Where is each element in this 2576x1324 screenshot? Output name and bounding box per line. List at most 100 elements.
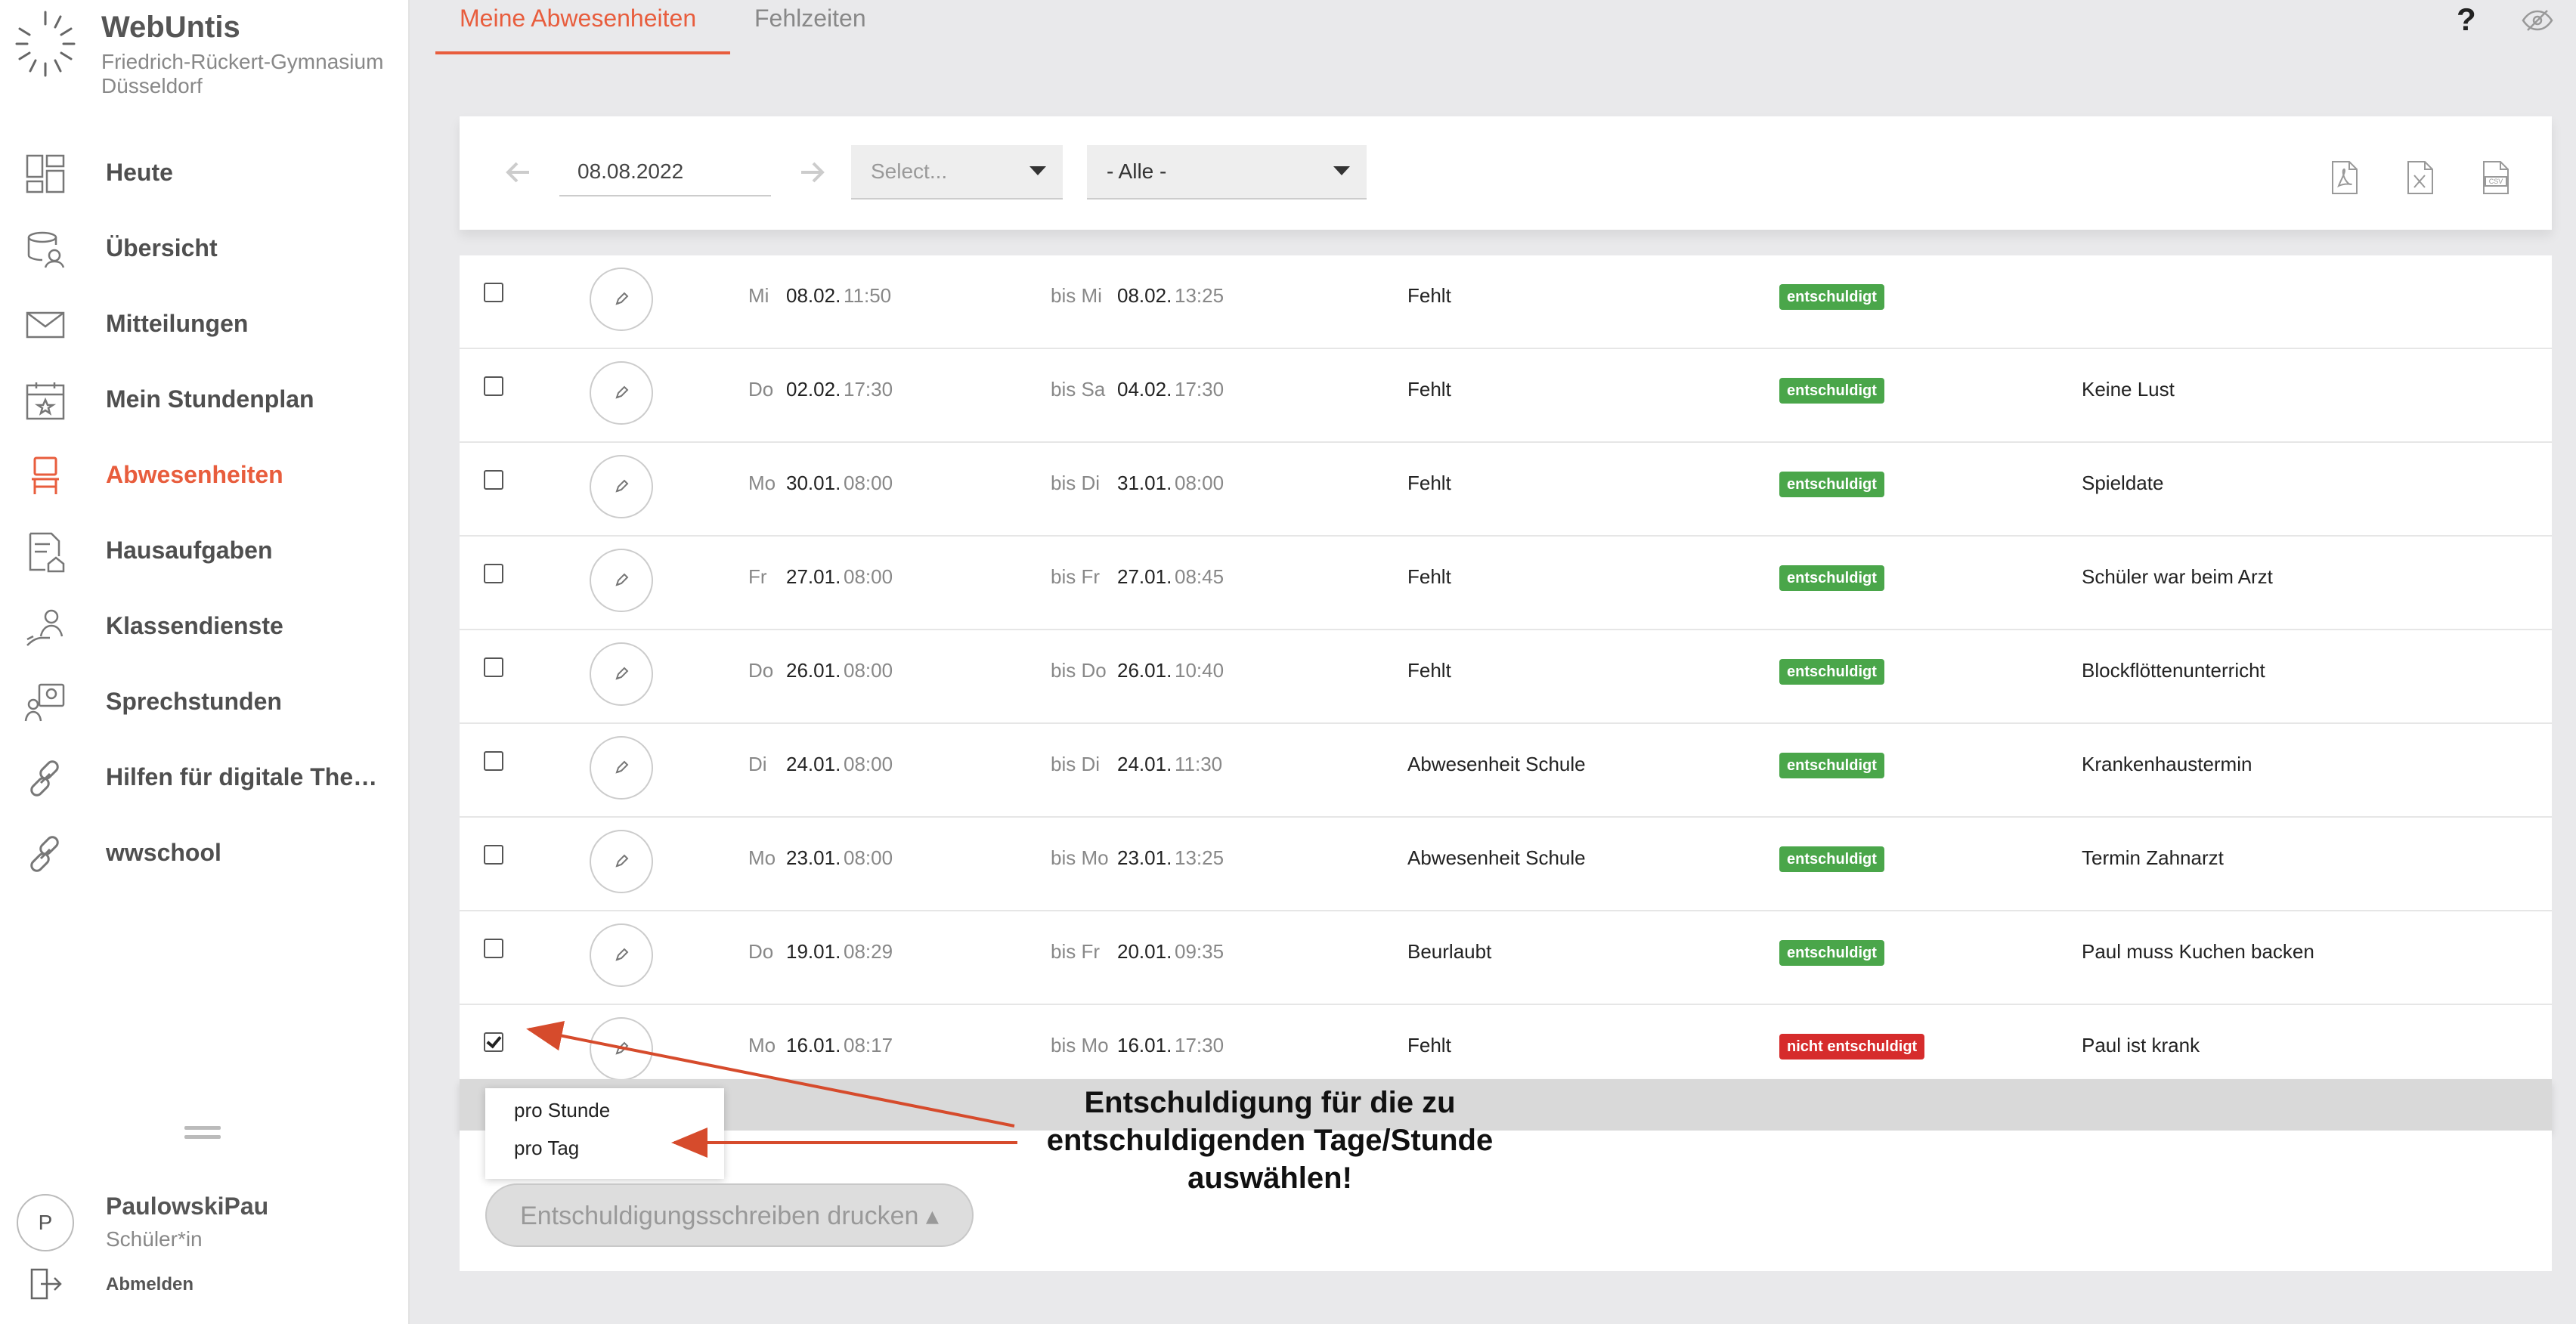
edit-button[interactable]: [590, 923, 653, 987]
from-time: 08:00: [844, 846, 893, 869]
table-row[interactable]: Di 24.01. 08:00 bis Di 24.01. 11:30 Abwe…: [460, 724, 2552, 818]
user-name[interactable]: PaulowskiPau: [106, 1193, 268, 1220]
sidebar-item-klassendienste[interactable]: Klassendienste: [0, 588, 408, 664]
edit-button[interactable]: [590, 830, 653, 893]
row-checkbox[interactable]: [484, 283, 503, 302]
from-time: 08:00: [844, 472, 893, 494]
app-name: WebUntis: [101, 11, 240, 44]
table-row[interactable]: Fr 27.01. 08:00 bis Fr 27.01. 08:45 Fehl…: [460, 537, 2552, 630]
edit-button[interactable]: [590, 642, 653, 706]
row-checkbox[interactable]: [484, 751, 503, 771]
eye-slash-icon[interactable]: [2522, 9, 2553, 32]
edit-button[interactable]: [590, 455, 653, 518]
absence-reason: Fehlt: [1407, 284, 1451, 307]
sidebar-item-abwesenheiten[interactable]: Abwesenheiten: [0, 437, 408, 512]
row-checkbox[interactable]: [484, 564, 503, 583]
date-input[interactable]: [559, 148, 771, 196]
help-icon[interactable]: ?: [2457, 2, 2476, 38]
print-excuse-button[interactable]: Entschuldigungsschreiben drucken ▴: [485, 1183, 974, 1247]
to-time: 08:00: [1175, 472, 1225, 494]
to-date: 27.01.: [1117, 565, 1172, 588]
status-badge: entschuldigt: [1779, 284, 1884, 310]
row-checkbox[interactable]: [484, 470, 503, 490]
row-checkbox[interactable]: [484, 657, 503, 677]
annotation-line: entschuldigenden Tage/Stunde: [1046, 1124, 1494, 1157]
from-time: 08:17: [844, 1034, 893, 1056]
sidebar-item-sprechstunden[interactable]: Sprechstunden: [0, 664, 408, 739]
to-time: 10:40: [1175, 659, 1225, 682]
active-tab-indicator: [435, 51, 730, 54]
row-checkbox[interactable]: [484, 939, 503, 958]
edit-button[interactable]: [590, 549, 653, 612]
sidebar: WebUntis Friedrich-Rückert-Gymnasium Düs…: [0, 0, 410, 1324]
absence-note: Paul muss Kuchen backen: [2082, 940, 2314, 963]
sidebar-item-wwschool[interactable]: wwschool: [0, 815, 408, 890]
sidebar-item-hilfen[interactable]: Hilfen für digitale The…: [0, 739, 408, 815]
from-time: 17:30: [844, 378, 893, 401]
table-row[interactable]: Do 19.01. 08:29 bis Fr 20.01. 09:35 Beur…: [460, 911, 2552, 1005]
dropdown-item-pro-tag[interactable]: pro Tag: [514, 1137, 579, 1160]
status-select[interactable]: - Alle -: [1087, 145, 1367, 200]
tab-fehlzeiten[interactable]: Fehlzeiten: [754, 5, 866, 32]
sidebar-item-mitteilungen[interactable]: Mitteilungen: [0, 286, 408, 361]
dropdown-item-pro-stunde[interactable]: pro Stunde: [514, 1099, 610, 1122]
pencil-icon: [615, 292, 629, 305]
table-row[interactable]: Mo 23.01. 08:00 bis Mo 23.01. 13:25 Abwe…: [460, 818, 2552, 911]
to-date: 23.01.: [1117, 846, 1172, 869]
to-time: 17:30: [1175, 1034, 1225, 1056]
dashboard-icon: [26, 154, 65, 193]
edit-button[interactable]: [590, 1017, 653, 1081]
pencil-icon: [615, 573, 629, 586]
row-checkbox[interactable]: [484, 376, 503, 396]
status-badge: nicht entschuldigt: [1779, 1034, 1925, 1060]
overview-icon: [27, 231, 65, 268]
edit-button[interactable]: [590, 268, 653, 331]
absence-note: Schüler war beim Arzt: [2082, 565, 2273, 588]
to-date: 04.02.: [1117, 378, 1172, 401]
status-badge: entschuldigt: [1779, 940, 1884, 966]
absence-note: Blockflöttenunterricht: [2082, 659, 2265, 682]
logout-icon[interactable]: [29, 1267, 63, 1301]
sidebar-collapse-handle[interactable]: [184, 1126, 221, 1144]
tab-meine-abwesenheiten[interactable]: Meine Abwesenheiten: [460, 5, 696, 32]
excel-export-icon[interactable]: [2405, 160, 2435, 195]
reason-select[interactable]: Select...: [851, 145, 1063, 200]
avatar[interactable]: P: [17, 1194, 74, 1251]
chair-icon: [32, 456, 59, 494]
sidebar-item-label: Mein Stundenplan: [106, 385, 314, 413]
next-arrow-icon[interactable]: [798, 159, 825, 186]
table-row[interactable]: Do 26.01. 08:00 bis Do 26.01. 10:40 Fehl…: [460, 630, 2552, 724]
previous-arrow-icon[interactable]: [505, 159, 532, 186]
webuntis-logo-icon: [15, 11, 76, 77]
sidebar-item-label: Mitteilungen: [106, 309, 249, 337]
table-row[interactable]: Mo 30.01. 08:00 bis Di 31.01. 08:00 Fehl…: [460, 443, 2552, 537]
status-badge: entschuldigt: [1779, 472, 1884, 497]
from-date: 02.02.: [786, 378, 841, 401]
sidebar-item-uebersicht[interactable]: Übersicht: [0, 210, 408, 286]
row-checkbox[interactable]: [484, 845, 503, 865]
edit-button[interactable]: [590, 736, 653, 800]
edit-button[interactable]: [590, 361, 653, 425]
link-icon: [30, 836, 59, 872]
logout-link[interactable]: Abmelden: [106, 1274, 194, 1295]
sidebar-item-stundenplan[interactable]: Mein Stundenplan: [0, 361, 408, 437]
table-row[interactable]: Do 02.02. 17:30 bis Sa 04.02. 17:30 Fehl…: [460, 349, 2552, 443]
from-day: Mo: [748, 846, 776, 869]
user-role: Schüler*in: [106, 1227, 203, 1251]
from-time: 08:00: [844, 565, 893, 588]
brand[interactable]: WebUntis Friedrich-Rückert-Gymnasium Düs…: [11, 6, 404, 97]
link-icon: [30, 760, 59, 797]
from-date: 16.01.: [786, 1034, 841, 1056]
sidebar-item-heute[interactable]: Heute: [0, 135, 408, 210]
row-checkbox[interactable]: [484, 1032, 503, 1052]
from-date: 08.02.: [786, 284, 841, 307]
absences-table: Mi 08.02. 11:50 bis Mi 08.02. 13:25 Fehl…: [460, 255, 2552, 1099]
pdf-export-icon[interactable]: [2330, 160, 2360, 195]
from-date: 23.01.: [786, 846, 841, 869]
from-date: 30.01.: [786, 472, 841, 494]
csv-export-icon[interactable]: CSV: [2481, 160, 2511, 195]
to-date: 24.01.: [1117, 753, 1172, 775]
sidebar-item-hausaufgaben[interactable]: Hausaufgaben: [0, 512, 408, 588]
table-row[interactable]: Mi 08.02. 11:50 bis Mi 08.02. 13:25 Fehl…: [460, 255, 2552, 349]
from-day: Mo: [748, 1034, 776, 1056]
